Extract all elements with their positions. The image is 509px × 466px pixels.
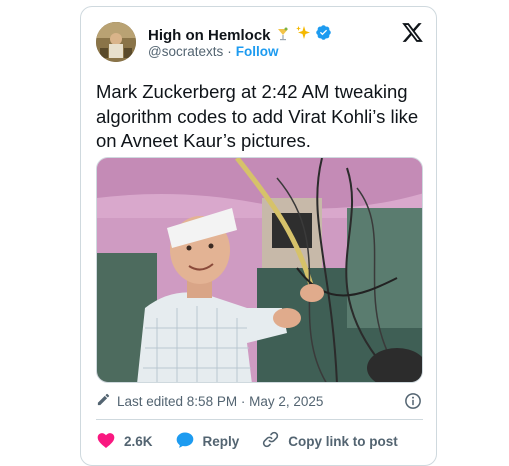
tweet-card[interactable]: High on Hemlock @socratexts · Follow Mar…: [80, 6, 437, 466]
follow-button[interactable]: Follow: [236, 44, 279, 59]
reply-label: Reply: [202, 433, 240, 449]
link-icon: [261, 430, 280, 452]
verified-badge-icon: [315, 24, 332, 46]
tweet-meta: Last edited 8:58 PM · May 2, 2025: [96, 390, 426, 412]
edited-timestamp[interactable]: Last edited 8:58 PM · May 2, 2025: [117, 394, 323, 409]
tweet-header: High on Hemlock @socratexts · Follow: [96, 19, 426, 69]
tweet-photo[interactable]: [96, 157, 423, 383]
reply-bubble-icon: [175, 430, 195, 453]
info-icon[interactable]: [404, 392, 422, 410]
cocktail-emoji-icon: [275, 26, 291, 45]
author-handle-row: @socratexts · Follow: [148, 44, 278, 59]
handle-separator: ·: [227, 44, 232, 59]
copy-link-button[interactable]: Copy link to post: [261, 430, 398, 452]
heart-icon: [96, 430, 116, 453]
author-avatar[interactable]: [96, 22, 136, 62]
sparkles-emoji-icon: [295, 25, 311, 46]
pencil-icon: [96, 392, 111, 410]
like-count: 2.6K: [124, 433, 153, 449]
tweet-actions: 2.6K Reply Copy link to post: [96, 429, 426, 453]
author-handle[interactable]: @socratexts: [148, 44, 223, 59]
author-name[interactable]: High on Hemlock: [148, 27, 271, 44]
divider: [96, 419, 423, 420]
like-button[interactable]: 2.6K: [96, 430, 153, 453]
reply-button[interactable]: Reply: [175, 430, 240, 453]
author-name-row: High on Hemlock: [148, 24, 332, 46]
tweet-text: Mark Zuckerberg at 2:42 AM tweaking algo…: [96, 81, 419, 151]
copy-link-label: Copy link to post: [288, 433, 398, 449]
x-logo-icon[interactable]: [401, 21, 424, 44]
